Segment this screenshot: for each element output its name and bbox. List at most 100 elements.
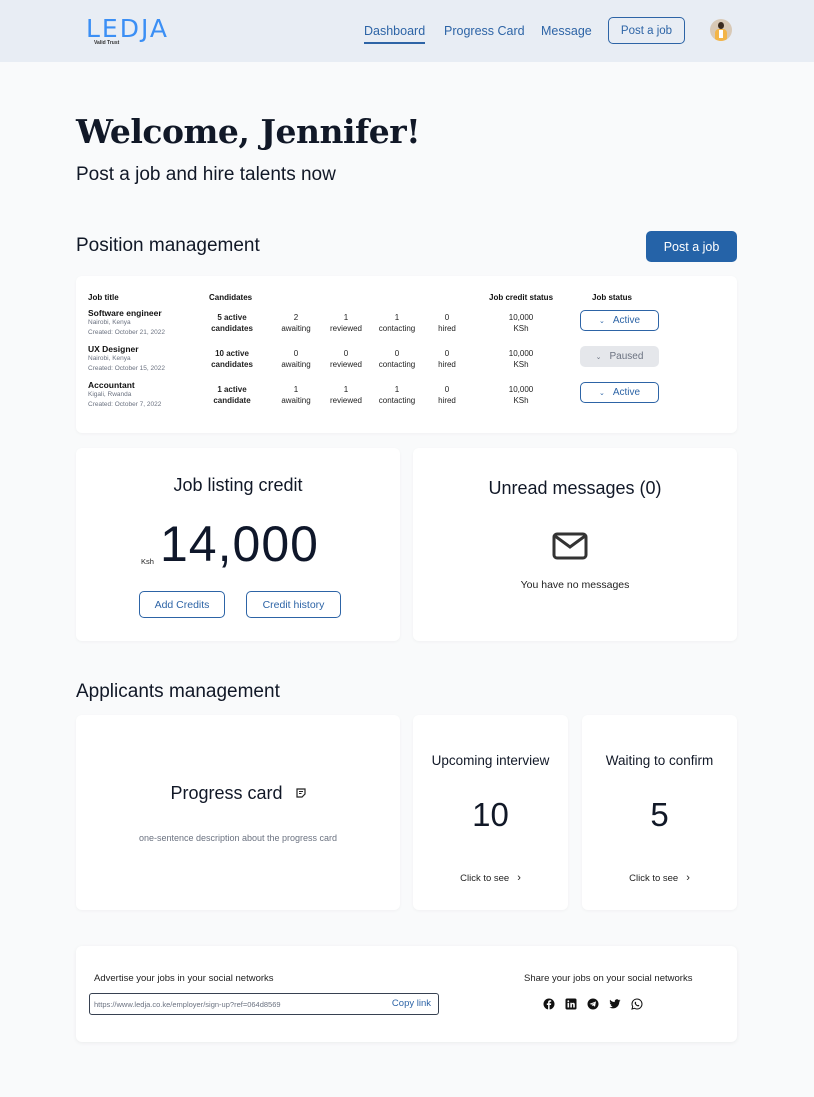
active-candidates: 1 active candidate: [204, 384, 260, 406]
credit-amount: 10,000: [508, 349, 534, 358]
nav-progress-card[interactable]: Progress Card: [444, 23, 525, 39]
awaiting-count: 1: [293, 385, 299, 394]
top-navbar: LEDJA Valid Trust Dashboard Progress Car…: [0, 0, 814, 62]
contacting-label: contacting: [378, 396, 416, 405]
click-to-see-label: Click to see: [460, 873, 510, 884]
credit-cell: 10,000 KSh: [501, 348, 541, 370]
reviewed-count: 1: [343, 385, 349, 394]
upcoming-interview-title: Upcoming interview: [431, 753, 550, 768]
contacting-cell: 0 contacting: [374, 348, 420, 370]
credit-amount: 10,000: [508, 313, 534, 322]
welcome-subtitle: Post a job and hire talents now: [76, 164, 336, 185]
job-location: Nairobi, Kenya: [88, 355, 131, 362]
credit-currency: Ksh: [141, 557, 154, 566]
credit-cell: 10,000 KSh: [501, 384, 541, 406]
contacting-count: 1: [394, 385, 400, 394]
active-label: candidates: [211, 324, 253, 333]
col-job-status: Job status: [592, 293, 633, 302]
awaiting-label: awaiting: [281, 360, 311, 369]
hired-cell: 0 hired: [432, 384, 462, 406]
reviewed-label: reviewed: [329, 360, 362, 369]
ledja-logo[interactable]: LEDJA Valid Trust: [86, 16, 167, 48]
job-status-dropdown[interactable]: ⌄ Active: [580, 310, 659, 331]
job-title[interactable]: Accountant: [88, 380, 135, 390]
contacting-cell: 1 contacting: [374, 312, 420, 334]
position-table: Job title Candidates Job credit status J…: [76, 276, 737, 433]
nav-message[interactable]: Message: [541, 23, 592, 39]
contacting-label: contacting: [378, 324, 416, 333]
table-row: UX Designer Nairobi, Kenya Created: Octo…: [76, 344, 737, 378]
logo-tagline: Valid Trust: [94, 40, 120, 46]
telegram-icon[interactable]: [587, 998, 599, 1010]
credit-unit: KSh: [513, 360, 529, 369]
waiting-to-confirm-title: Waiting to confirm: [605, 753, 714, 768]
active-count: 5 active: [217, 313, 247, 322]
twitter-icon[interactable]: [609, 998, 621, 1010]
copy-link-button[interactable]: Copy link: [392, 998, 431, 1009]
awaiting-count: 2: [293, 313, 299, 322]
job-created: Created: October 15, 2022: [88, 365, 165, 372]
upcoming-interview-link[interactable]: Click to see ›: [413, 872, 568, 884]
whatsapp-icon[interactable]: [631, 998, 643, 1010]
chevron-down-icon: ⌄: [598, 317, 605, 325]
progress-card-tile[interactable]: Progress card one-sentence description a…: [76, 715, 400, 910]
table-row: Software engineer Nairobi, Kenya Created…: [76, 308, 737, 342]
upcoming-interview-card: Upcoming interview 10 Click to see ›: [413, 715, 568, 910]
job-created: Created: October 21, 2022: [88, 329, 165, 336]
job-location: Nairobi, Kenya: [88, 319, 131, 326]
waiting-to-confirm-card: Waiting to confirm 5 Click to see ›: [582, 715, 737, 910]
note-icon: [295, 788, 306, 798]
job-status-dropdown[interactable]: ⌄ Active: [580, 382, 659, 403]
mail-icon: [552, 532, 588, 560]
chevron-down-icon: ⌄: [598, 389, 605, 397]
contacting-label: contacting: [378, 360, 416, 369]
hired-count: 0: [444, 349, 450, 358]
avatar-shirt: [719, 30, 723, 38]
reviewed-count: 1: [343, 313, 349, 322]
reviewed-cell: 1 reviewed: [326, 312, 366, 334]
active-candidates: 10 active candidates: [204, 348, 260, 370]
job-title[interactable]: Software engineer: [88, 308, 162, 318]
hired-cell: 0 hired: [432, 312, 462, 334]
job-status-label: Active: [612, 387, 641, 398]
referral-link-input[interactable]: [94, 997, 379, 1011]
table-row: Accountant Kigali, Rwanda Created: Octob…: [76, 380, 737, 414]
active-label: candidate: [213, 396, 251, 405]
hired-label: hired: [438, 360, 456, 369]
progress-card-title: Progress card: [170, 783, 283, 803]
unread-messages-title: Unread messages (0): [488, 478, 662, 498]
advertise-label: Advertise your jobs in your social netwo…: [94, 973, 274, 984]
credit-cell: 10,000 KSh: [501, 312, 541, 334]
add-credits-button[interactable]: Add Credits: [139, 591, 225, 618]
avatar[interactable]: [710, 19, 732, 41]
awaiting-cell: 2 awaiting: [276, 312, 316, 334]
job-listing-credit-card: Job listing credit Ksh 14,000 Add Credit…: [76, 448, 400, 641]
facebook-icon[interactable]: [543, 998, 555, 1010]
share-label: Share your jobs on your social networks: [524, 973, 693, 984]
click-to-see-label: Click to see: [629, 873, 679, 884]
waiting-to-confirm-link[interactable]: Click to see ›: [582, 872, 737, 884]
active-count: 1 active: [217, 385, 247, 394]
reviewed-label: reviewed: [329, 324, 362, 333]
avatar-head: [718, 22, 724, 29]
credit-history-button[interactable]: Credit history: [246, 591, 341, 618]
awaiting-count: 0: [293, 349, 299, 358]
linkedin-icon[interactable]: [565, 998, 577, 1010]
job-created: Created: October 7, 2022: [88, 401, 162, 408]
nav-dashboard[interactable]: Dashboard: [364, 23, 426, 44]
header-post-job-button[interactable]: Post a job: [608, 17, 685, 44]
hired-count: 0: [444, 385, 450, 394]
awaiting-label: awaiting: [281, 396, 311, 405]
post-job-button[interactable]: Post a job: [646, 231, 737, 262]
hired-label: hired: [438, 396, 456, 405]
job-status-dropdown[interactable]: ⌄ Paused: [580, 346, 659, 367]
job-title[interactable]: UX Designer: [88, 344, 139, 354]
unread-messages-card: Unread messages (0) You have no messages: [413, 448, 737, 641]
col-candidates: Candidates: [209, 293, 253, 302]
chevron-right-icon: ›: [517, 872, 521, 884]
reviewed-cell: 1 reviewed: [326, 384, 366, 406]
job-location: Kigali, Rwanda: [88, 391, 132, 398]
waiting-to-confirm-count: 5: [650, 796, 669, 833]
contacting-cell: 1 contacting: [374, 384, 420, 406]
progress-card-heading: Progress card: [76, 783, 400, 804]
